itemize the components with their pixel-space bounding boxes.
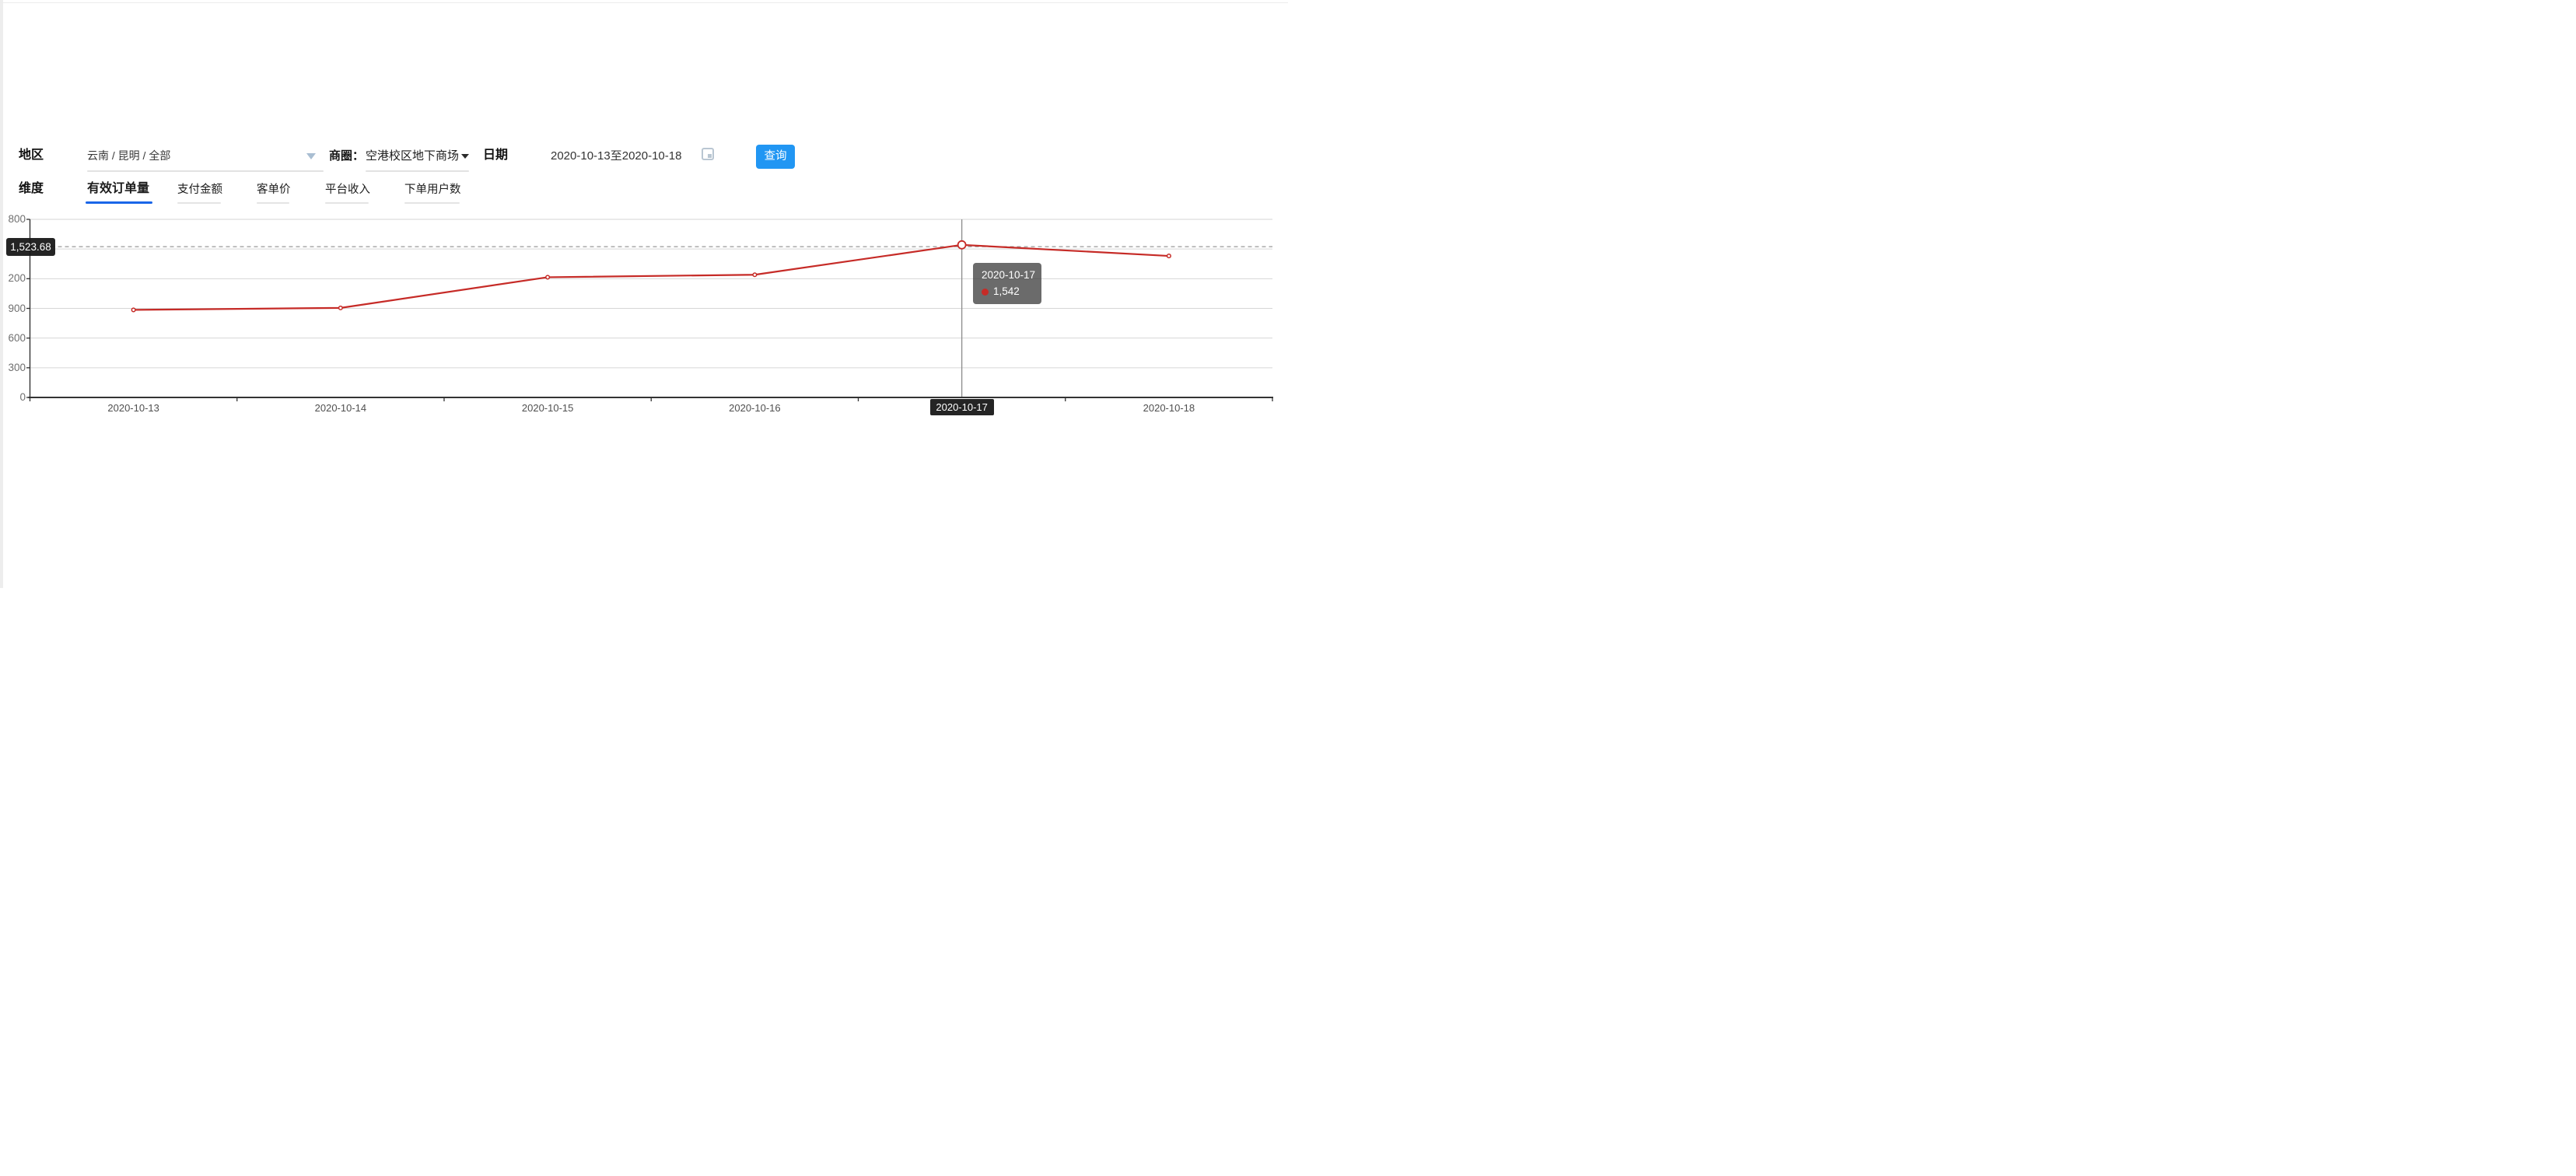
dimension-label: 维度 [19,181,44,197]
tab-label: 下单用户数 [404,184,461,196]
region-cascader-select[interactable]: 云南 / 昆明 / 全部 [87,148,341,165]
chart-tooltip: 2020-10-17 1,542 [973,263,1041,304]
x-axis-tick-label: 2020-10-14 [315,401,367,415]
tab-payment-amount[interactable]: 支付金额 [177,181,222,198]
data-point[interactable] [546,275,550,279]
y-axis-tick-label: 0 [0,391,26,404]
page-left-edge [0,0,3,588]
series-dot-icon [982,289,989,296]
highlighted-data-point[interactable] [958,241,966,249]
dashboard-page: 地区 云南 / 昆明 / 全部 商圈： 空港校区地下商场 日期 2020-10-… [0,0,1288,588]
tab-label: 客单价 [257,184,291,196]
date-range-input[interactable]: 2020-10-13至2020-10-18 [551,149,723,166]
tab-avg-order-value[interactable]: 客单价 [257,181,291,198]
tab-underline [177,202,221,204]
tab-valid-order-count[interactable]: 有效订单量 [87,180,149,198]
x-axis-tick-label: 2020-10-13 [107,401,159,415]
region-select-underline [87,170,324,172]
tab-ordering-users[interactable]: 下单用户数 [404,181,461,198]
y-axis-tick-label: 200 [0,272,26,285]
tab-underline [325,202,369,204]
chevron-down-icon[interactable] [306,153,316,159]
caret-down-icon[interactable] [461,154,469,159]
calendar-icon[interactable] [702,148,714,160]
date-filter-label: 日期 [483,148,508,163]
tab-underline [257,202,289,204]
region-filter-label: 地区 [19,148,44,163]
business-district-label: 商圈： [329,149,364,164]
y-axis-tick-label: 300 [0,362,26,374]
y-axis-tick-label: 900 [0,303,26,315]
x-axis-tick-label: 2020-10-15 [522,401,574,415]
data-point[interactable] [1167,254,1171,258]
business-district-value: 空港校区地下商场 [366,149,459,164]
tab-label: 支付金额 [177,184,222,196]
x-axis-tick-label: 2020-10-16 [729,401,781,415]
date-range-value: 2020-10-13至2020-10-18 [551,149,681,163]
tab-underline [404,202,460,204]
y-axis-pointer-label: 1,523.68 [6,238,55,256]
data-point[interactable] [339,306,343,310]
tab-label: 平台收入 [325,184,370,196]
query-button[interactable]: 查询 [756,145,795,169]
tab-active-underline [86,201,152,204]
tooltip-date: 2020-10-17 [982,268,1041,282]
data-point[interactable] [753,273,757,277]
y-axis-tick-label: 800 [0,213,26,226]
line-chart[interactable] [0,0,1288,588]
x-axis-pointer-label: 2020-10-17 [930,399,994,415]
data-point[interactable] [131,308,135,312]
region-select-value: 云南 / 昆明 / 全部 [87,149,170,162]
tooltip-series-row: 1,542 [982,285,1041,298]
x-axis-tick-label: 2020-10-18 [1143,401,1195,415]
y-axis-tick-label: 600 [0,332,26,345]
business-district-select[interactable]: 空港校区地下商场 [366,149,459,164]
page-top-divider [0,2,1288,3]
tab-label: 有效订单量 [87,182,149,195]
business-select-underline [366,170,469,172]
tooltip-value: 1,542 [993,285,1020,298]
tab-platform-revenue[interactable]: 平台收入 [325,181,370,198]
